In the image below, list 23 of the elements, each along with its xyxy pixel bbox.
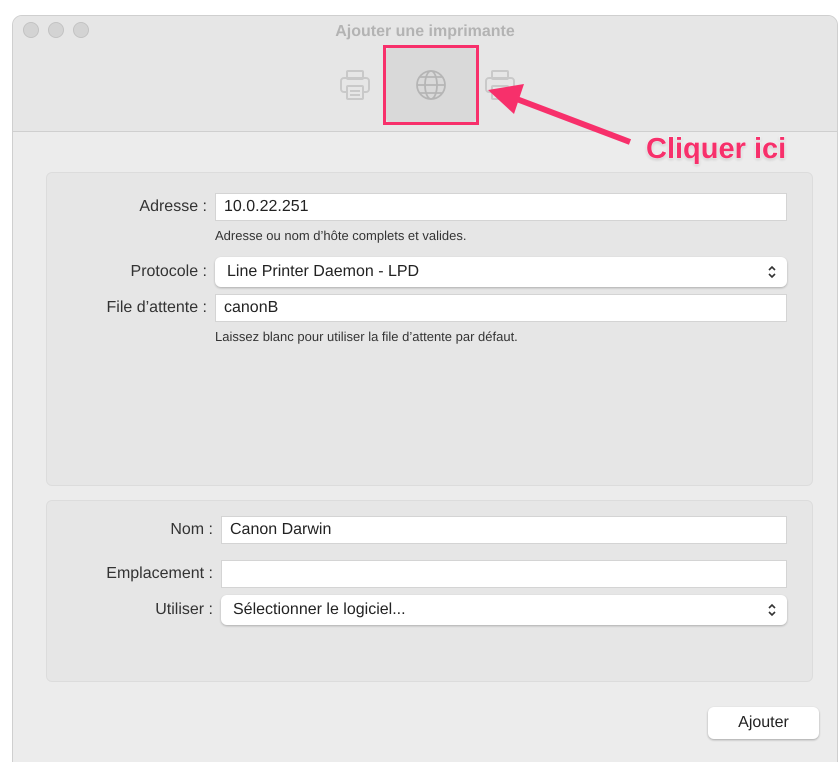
field-label: Utiliser : [154, 601, 214, 619]
field-label: Protocole : [130, 263, 208, 281]
globe-icon [414, 68, 448, 102]
add-button[interactable]: Ajouter [708, 707, 819, 739]
hint-text: Laissez blanc pour utiliser la file d’attente par défaut. [215, 329, 518, 344]
zoom-button[interactable] [73, 22, 89, 38]
dropdown[interactable]: Line Printer Daemon - LPD [215, 257, 787, 287]
printer-icon [337, 67, 373, 103]
annotation-label: Cliquer ici [646, 133, 786, 166]
dropdown[interactable]: Sélectionner le logiciel... [221, 595, 787, 625]
input-field[interactable]: canonB [215, 294, 787, 322]
close-button[interactable] [23, 22, 39, 38]
chevron-icon [767, 265, 777, 279]
minimize-button[interactable] [48, 22, 64, 38]
input-field[interactable]: Canon Darwin [221, 516, 787, 544]
field-label: Adresse : [138, 198, 208, 216]
field-label: Nom : [169, 521, 214, 539]
hint-text: Adresse ou nom d’hôte complets et valides. [215, 228, 466, 243]
input-field[interactable]: 10.0.22.251 [215, 193, 787, 221]
input-field[interactable] [221, 560, 787, 588]
field-label: Emplacement : [105, 565, 214, 583]
field-label: File d’attente : [106, 299, 208, 317]
chevron-icon [767, 603, 777, 617]
